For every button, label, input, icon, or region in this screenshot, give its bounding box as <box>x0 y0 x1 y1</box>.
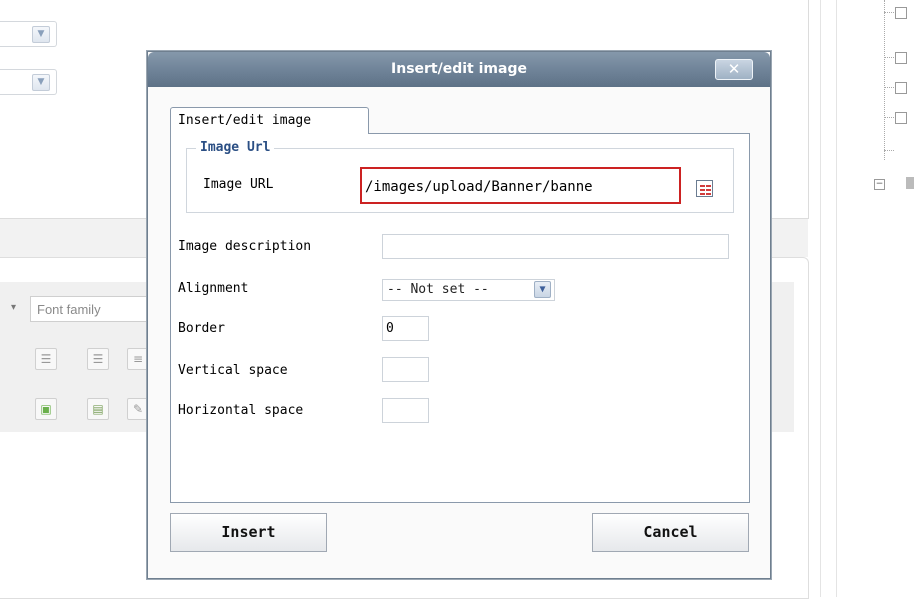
edit-icon[interactable]: ✎ <box>127 398 149 420</box>
close-button[interactable]: ✕ <box>715 59 753 80</box>
tree-node-label[interactable] <box>906 177 914 189</box>
alignment-label: Alignment <box>178 281 249 296</box>
page-break-icon[interactable]: ▤ <box>87 398 109 420</box>
browse-icon[interactable] <box>696 180 713 197</box>
chevron-down-icon: ▼ <box>32 26 50 43</box>
image-url-label: Image URL <box>203 177 274 192</box>
tree-connector <box>884 12 894 13</box>
tree-connector <box>884 150 894 151</box>
insert-image-icon[interactable]: ▣ <box>35 398 57 420</box>
tree-connector <box>884 117 894 118</box>
column-divider <box>836 0 837 597</box>
horizontal-space-label: Horizontal space <box>178 403 304 418</box>
font-family-select[interactable]: Font family <box>30 296 150 322</box>
image-description-label: Image description <box>178 239 312 254</box>
column-divider <box>820 0 821 597</box>
chevron-down-icon: ▼ <box>32 74 50 91</box>
cancel-button[interactable]: Cancel <box>592 513 749 552</box>
tree-connector <box>884 57 894 58</box>
dialog-title: Insert/edit image <box>391 61 527 77</box>
insert-edit-image-dialog: Insert/edit image ✕ Insert/edit image Im… <box>147 51 771 579</box>
border-input[interactable]: 0 <box>382 316 429 341</box>
tree-connector <box>884 0 886 160</box>
border-label: Border <box>178 321 225 336</box>
justify-icon[interactable]: ≡ <box>127 348 149 370</box>
vertical-space-label: Vertical space <box>178 363 288 378</box>
indent-icon[interactable]: ☰ <box>87 348 109 370</box>
image-url-legend: Image Url <box>196 140 275 155</box>
chevron-down-icon: ▼ <box>534 281 551 298</box>
background-select-1[interactable]: ▼ <box>0 21 57 47</box>
image-description-input[interactable] <box>382 234 729 259</box>
horizontal-space-input[interactable] <box>382 398 429 423</box>
alignment-select[interactable]: -- Not set -- ▼ <box>382 279 555 301</box>
tab-insert-edit-image[interactable]: Insert/edit image <box>170 107 369 134</box>
tree-checkbox[interactable] <box>895 112 907 124</box>
background-select-2[interactable]: ▼ <box>0 69 57 95</box>
tree-connector <box>884 87 894 88</box>
tree-checkbox[interactable] <box>895 82 907 94</box>
vertical-space-input[interactable] <box>382 357 429 382</box>
tree-checkbox[interactable] <box>895 52 907 64</box>
image-url-highlight <box>360 167 681 204</box>
collapse-icon[interactable]: − <box>874 179 885 190</box>
format-dropdown-arrow[interactable]: ▾ <box>11 302 16 313</box>
outdent-icon[interactable]: ☰ <box>35 348 57 370</box>
tree-checkbox[interactable] <box>895 7 907 19</box>
insert-button[interactable]: Insert <box>170 513 327 552</box>
alignment-value: -- Not set -- <box>387 282 489 297</box>
